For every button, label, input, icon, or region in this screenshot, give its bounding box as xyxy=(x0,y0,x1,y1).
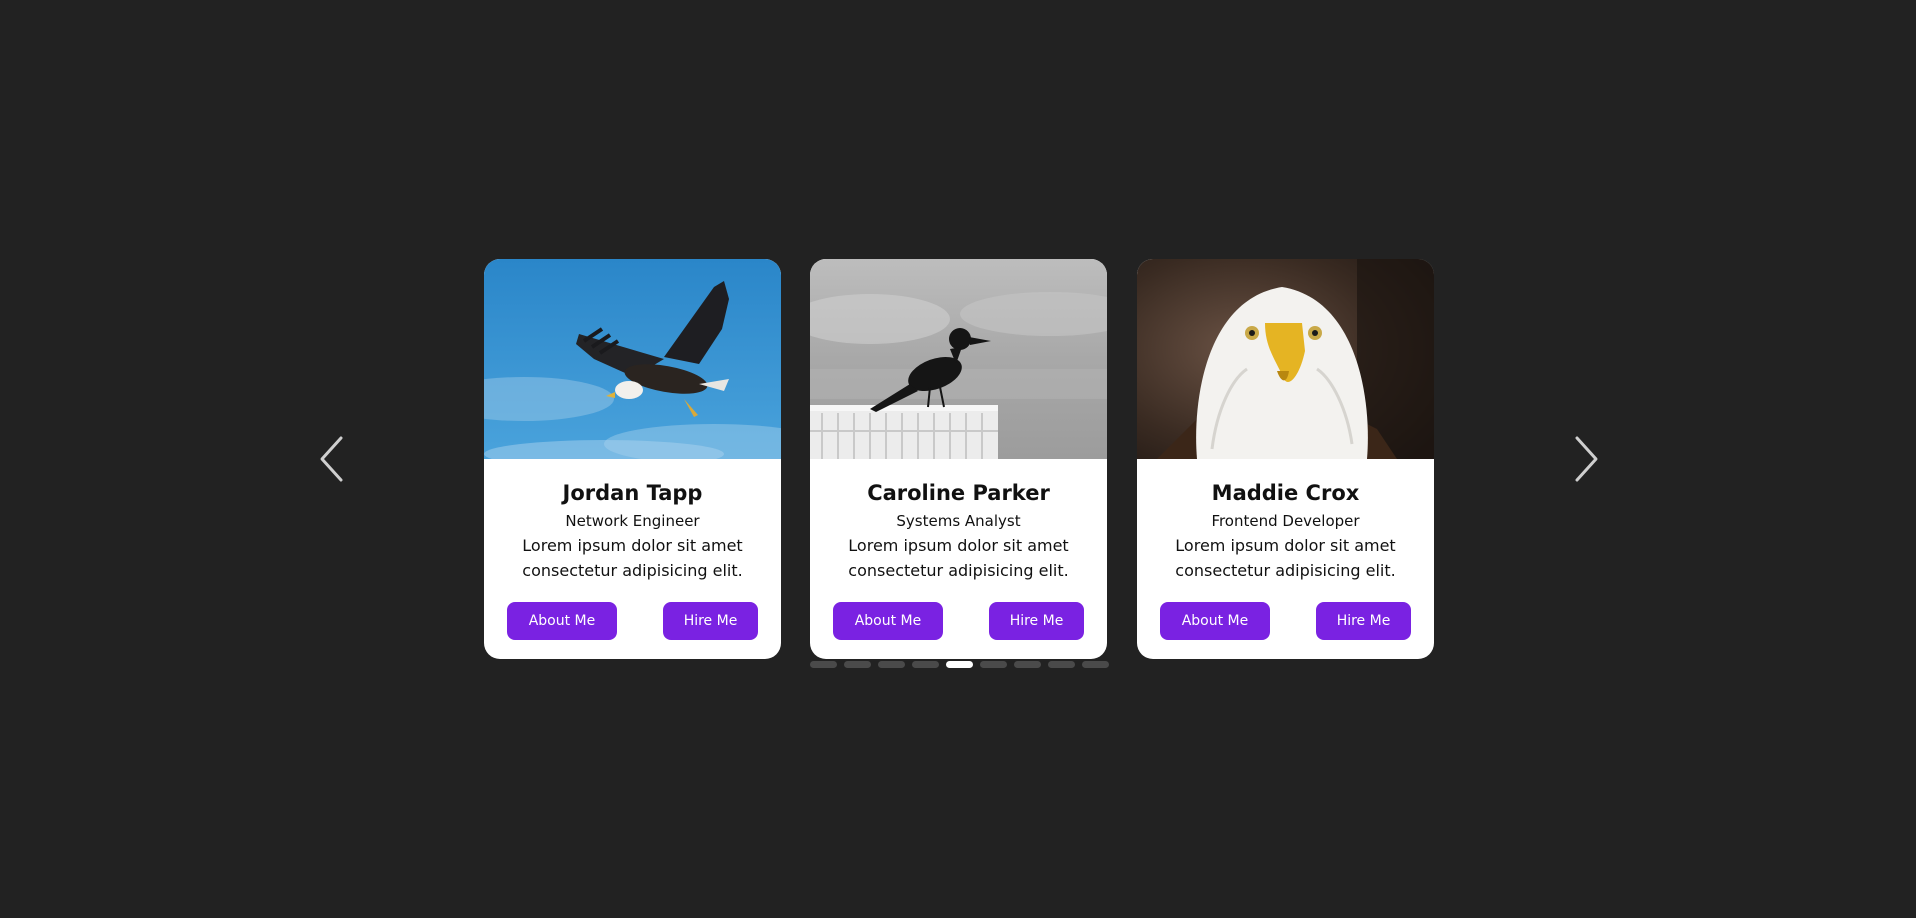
about-me-button[interactable]: About Me xyxy=(507,602,617,640)
pagination-dot[interactable] xyxy=(844,661,871,668)
pagination-dot[interactable] xyxy=(1014,661,1041,668)
chevron-right-icon xyxy=(1575,436,1598,482)
profile-card: Jordan Tapp Network Engineer Lorem ipsum… xyxy=(484,259,781,659)
about-me-button[interactable]: About Me xyxy=(833,602,943,640)
eagle-portrait-image xyxy=(1137,259,1434,459)
team-carousel: Jordan Tapp Network Engineer Lorem ipsum… xyxy=(0,0,1916,918)
profile-description: Lorem ipsum dolor sit amet consectetur a… xyxy=(848,536,1069,580)
hire-me-button[interactable]: Hire Me xyxy=(989,602,1084,640)
profile-card: Maddie Crox Frontend Developer Lorem ips… xyxy=(1137,259,1434,659)
profile-description: Lorem ipsum dolor sit amet consectetur a… xyxy=(1175,536,1396,580)
profile-role: Systems Analyst xyxy=(896,512,1021,530)
profile-photo xyxy=(810,259,1107,459)
hire-me-button[interactable]: Hire Me xyxy=(1316,602,1411,640)
profile-name: Jordan Tapp xyxy=(562,481,703,505)
pagination-dot[interactable] xyxy=(1048,661,1075,668)
hire-me-button[interactable]: Hire Me xyxy=(663,602,758,640)
profile-name: Maddie Crox xyxy=(1211,481,1360,505)
prev-slide-button[interactable] xyxy=(312,431,352,487)
profile-card: Caroline Parker Systems Analyst Lorem ip… xyxy=(810,259,1107,659)
profile-photo xyxy=(1137,259,1434,459)
profile-photo xyxy=(484,259,781,459)
pagination-dot[interactable] xyxy=(980,661,1007,668)
pagination-dot-active[interactable] xyxy=(946,661,973,668)
pagination-dot[interactable] xyxy=(878,661,905,668)
profile-role: Network Engineer xyxy=(565,512,700,530)
pagination-dot[interactable] xyxy=(1082,661,1109,668)
next-slide-button[interactable] xyxy=(1566,431,1606,487)
profile-role: Frontend Developer xyxy=(1211,512,1360,530)
profile-description: Lorem ipsum dolor sit amet consectetur a… xyxy=(522,536,743,580)
pagination-dot[interactable] xyxy=(912,661,939,668)
about-me-button[interactable]: About Me xyxy=(1160,602,1270,640)
eagle-flying-image xyxy=(484,259,781,459)
carousel-pagination xyxy=(810,661,1109,669)
chevron-left-icon xyxy=(320,436,343,482)
crow-image xyxy=(810,259,1107,459)
pagination-dot[interactable] xyxy=(810,661,837,668)
profile-name: Caroline Parker xyxy=(867,481,1050,505)
